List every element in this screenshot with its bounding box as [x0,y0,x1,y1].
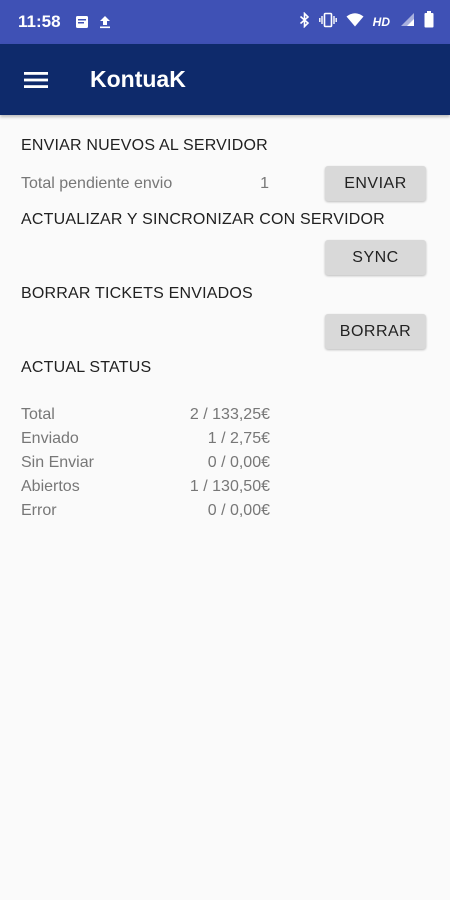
enviar-button[interactable]: ENVIAR [325,166,426,201]
status-row-label: Enviado [21,430,79,447]
vibrate-icon [318,12,337,33]
status-row-value: 0 / 0,00€ [207,502,270,519]
status-row-label: Error [21,502,57,519]
status-time: 11:58 [18,12,61,31]
status-row-value: 2 / 133,25€ [189,406,270,423]
battery-icon [424,11,434,33]
hd-label: HD [372,15,390,29]
app-title: KontuaK [90,66,186,92]
signal-icon [399,12,415,32]
pending-label: Total pendiente envio [21,175,173,192]
wifi-icon [346,12,364,32]
status-row-label: Abiertos [21,478,80,495]
bluetooth-icon [299,11,310,33]
sync-section-heading: ACTUALIZAR Y SINCRONIZAR CON SERVIDOR [21,211,385,228]
sync-button[interactable]: SYNC [325,240,426,275]
status-row-value: 1 / 130,50€ [189,478,270,495]
hamburger-menu-icon[interactable] [11,55,61,105]
message-icon [75,15,89,29]
status-row-label: Total [21,406,55,423]
delete-section-heading: BORRAR TICKETS ENVIADOS [21,285,253,302]
status-row-value: 0 / 0,00€ [207,454,270,471]
send-section-heading: ENVIAR NUEVOS AL SERVIDOR [21,137,268,154]
upload-icon [99,15,111,29]
borrar-button[interactable]: BORRAR [325,314,426,349]
app-bar: KontuaK [0,44,450,115]
status-section-heading: ACTUAL STATUS [21,359,152,376]
status-right-icons: HD [299,11,434,33]
status-bar: 11:58 HD [0,0,450,44]
status-row-label: Sin Enviar [21,454,94,471]
pending-value: 1 [260,175,269,192]
status-row-value: 1 / 2,75€ [207,430,270,447]
